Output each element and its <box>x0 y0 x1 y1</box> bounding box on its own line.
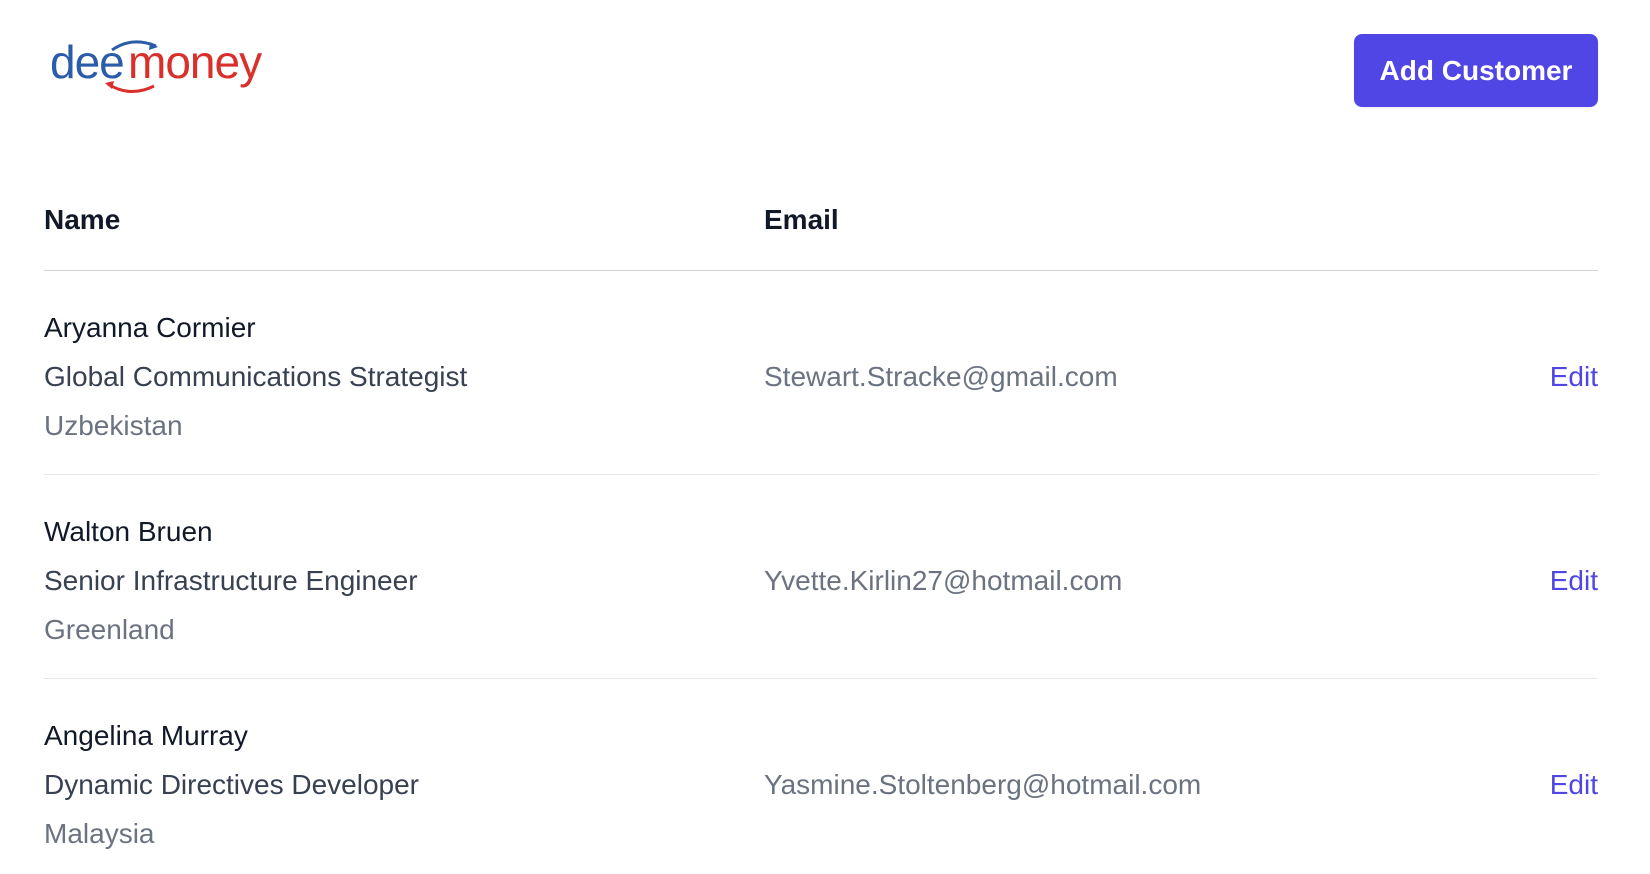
customer-name: Walton Bruen <box>44 516 213 547</box>
customer-email: Yasmine.Stoltenberg@hotmail.com <box>764 769 1202 800</box>
page-header: dee money Add Customer <box>0 0 1650 140</box>
column-header-name: Name <box>44 204 121 235</box>
customer-role: Dynamic Directives Developer <box>44 769 420 800</box>
table-row: Walton Bruen Senior Infrastructure Engin… <box>44 475 1598 679</box>
customer-role: Global Communications Strategist <box>44 361 468 392</box>
customer-role: Senior Infrastructure Engineer <box>44 565 418 596</box>
name-cell: Walton Bruen Senior Infrastructure Engin… <box>44 507 418 654</box>
customers-table: Name Email Aryanna Cormier Global Commun… <box>44 180 1598 874</box>
edit-link[interactable]: Edit <box>1550 760 1598 809</box>
customers-page: dee money Add Customer Name Email Aryann… <box>0 0 1650 874</box>
customer-email: Yvette.Kirlin27@hotmail.com <box>764 565 1123 596</box>
customer-country: Uzbekistan <box>44 410 183 441</box>
customer-country: Greenland <box>44 614 175 645</box>
deemoney-logo[interactable]: dee money <box>50 36 290 102</box>
edit-link[interactable]: Edit <box>1550 352 1598 401</box>
add-customer-button[interactable]: Add Customer <box>1354 34 1598 107</box>
name-cell: Angelina Murray Dynamic Directives Devel… <box>44 711 419 858</box>
table-row: Aryanna Cormier Global Communications St… <box>44 271 1598 475</box>
customer-country: Malaysia <box>44 818 155 849</box>
column-header-email: Email <box>764 204 839 235</box>
customer-email: Stewart.Stracke@gmail.com <box>764 361 1118 392</box>
customer-name: Aryanna Cormier <box>44 312 256 343</box>
table-row: Angelina Murray Dynamic Directives Devel… <box>44 679 1598 874</box>
logo-text-dee: dee <box>50 36 124 88</box>
edit-link[interactable]: Edit <box>1550 556 1598 605</box>
table-header: Name Email <box>44 180 1598 271</box>
customer-name: Angelina Murray <box>44 720 248 751</box>
logo-graphic: dee money <box>50 36 263 93</box>
name-cell: Aryanna Cormier Global Communications St… <box>44 303 467 450</box>
